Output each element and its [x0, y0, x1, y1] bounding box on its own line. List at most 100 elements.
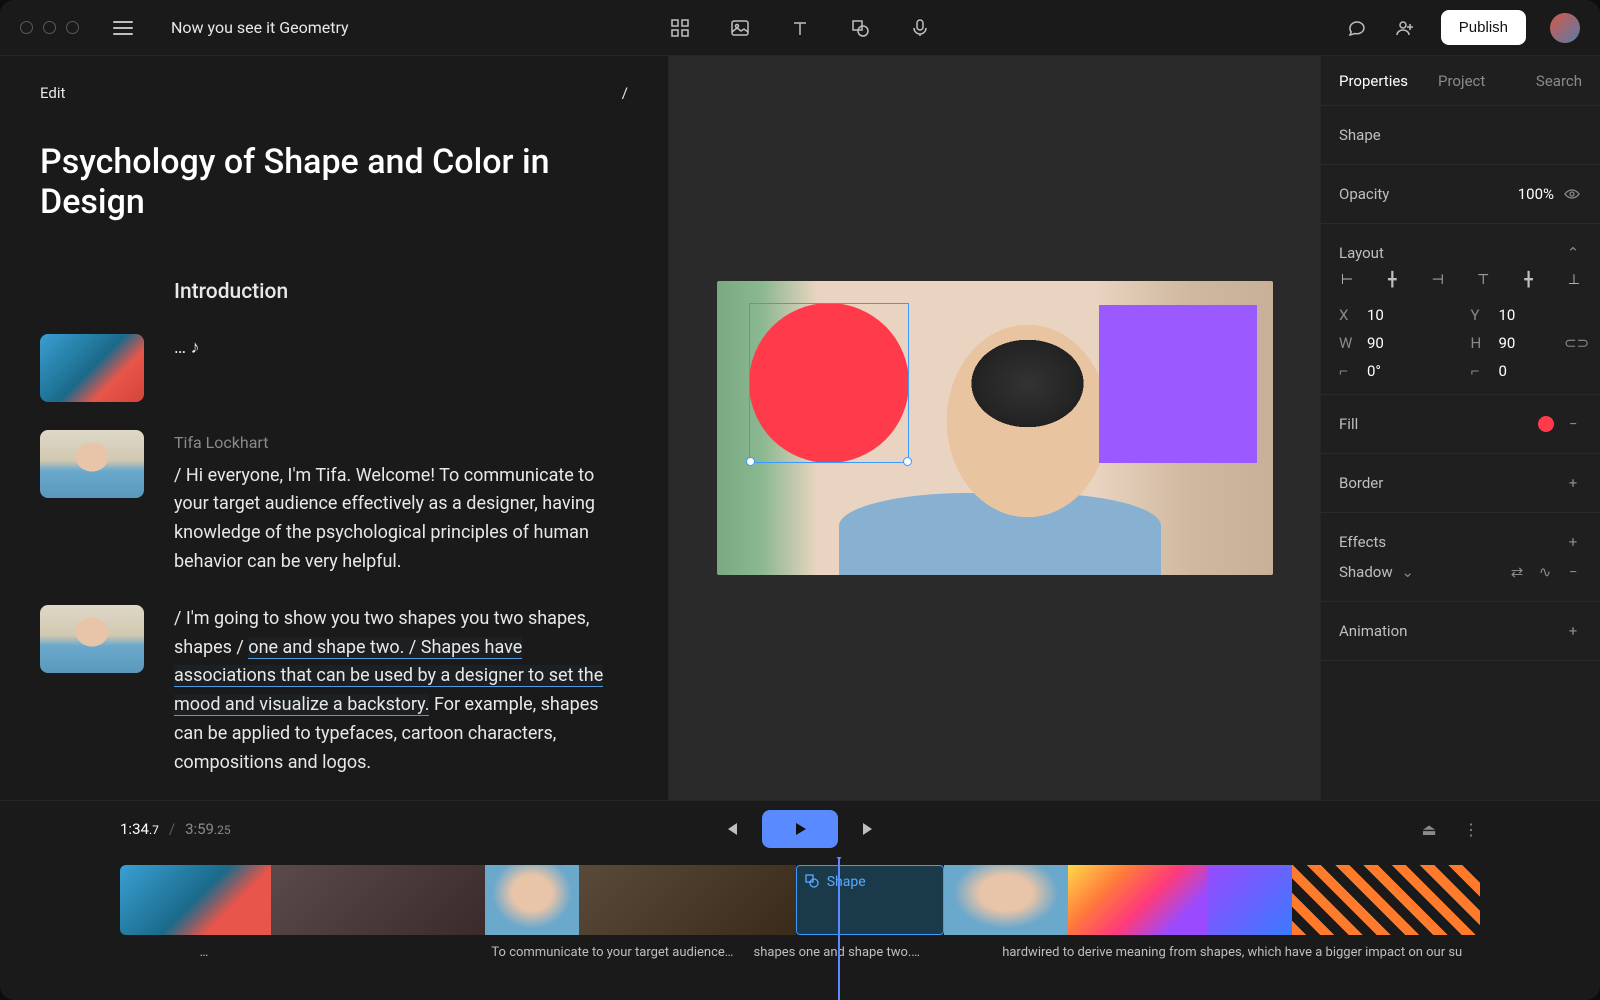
visibility-icon[interactable]	[1564, 186, 1582, 202]
caption-text: To communicate to your target audience…	[491, 945, 753, 960]
eject-icon[interactable]: ⏏	[1420, 820, 1438, 839]
x-label: X	[1339, 306, 1357, 324]
y-label: Y	[1471, 306, 1489, 324]
total-time: 3:59	[185, 820, 214, 838]
caption-text: hardwired to derive meaning from shapes,…	[1002, 945, 1480, 960]
section-heading: Introduction	[174, 280, 628, 304]
text-tool-icon[interactable]	[788, 16, 812, 40]
timeline-clip[interactable]	[579, 865, 795, 935]
y-value[interactable]: 10	[1499, 306, 1516, 324]
more-icon[interactable]: ⋮	[1462, 820, 1480, 839]
add-icon[interactable]: +	[1564, 474, 1582, 492]
tab-properties[interactable]: Properties	[1339, 72, 1408, 90]
invite-icon[interactable]	[1393, 16, 1417, 40]
opacity-value[interactable]: 100%	[1518, 185, 1554, 203]
timeline-clip[interactable]	[485, 865, 579, 935]
selection-box[interactable]	[749, 303, 909, 463]
fill-label: Fill	[1339, 415, 1358, 433]
mic-tool-icon[interactable]	[908, 16, 932, 40]
grid-tool-icon[interactable]	[668, 16, 692, 40]
edit-mode-label[interactable]: Edit	[40, 84, 65, 102]
effect-settings-icon[interactable]: ⇄	[1508, 563, 1526, 581]
skip-back-icon[interactable]	[722, 820, 740, 838]
shape-square[interactable]	[1099, 305, 1257, 463]
chevron-down-icon[interactable]: ⌄	[1399, 563, 1417, 581]
hamburger-icon[interactable]	[113, 21, 133, 35]
clip-thumbnail[interactable]	[40, 605, 144, 673]
close-dot[interactable]	[20, 21, 33, 34]
shape-clip-label: Shape	[827, 874, 866, 890]
fill-swatch[interactable]	[1538, 416, 1554, 432]
chevron-up-icon[interactable]: ⌃	[1564, 244, 1582, 262]
transcript-block[interactable]: / I'm going to show you two shapes you t…	[174, 605, 628, 778]
h-label: H	[1471, 334, 1489, 352]
image-tool-icon[interactable]	[728, 16, 752, 40]
tab-search[interactable]: Search	[1536, 72, 1582, 90]
radius-value[interactable]: 0	[1499, 362, 1507, 380]
timeline-clip[interactable]	[271, 865, 486, 935]
element-type: Shape	[1339, 126, 1381, 144]
document-title: Psychology of Shape and Color in Design	[40, 142, 628, 222]
max-dot[interactable]	[66, 21, 79, 34]
rotation-value[interactable]: 0°	[1367, 362, 1381, 380]
rotation-icon: ⌐	[1339, 362, 1357, 380]
x-value[interactable]: 10	[1367, 306, 1384, 324]
align-hcenter-icon[interactable]: ╋	[1384, 272, 1400, 288]
align-left-icon[interactable]: ⊢	[1339, 272, 1355, 288]
transcript-block[interactable]: Tifa Lockhart / Hi everyone, I'm Tifa. W…	[174, 430, 628, 577]
timecode: 1:34.7 / 3:59.25	[120, 820, 231, 838]
playhead[interactable]	[838, 857, 840, 1000]
user-avatar[interactable]	[1550, 13, 1580, 43]
properties-panel: Properties Project Search Shape Opacity …	[1320, 56, 1600, 800]
speaker-label: Tifa Lockhart	[174, 430, 628, 456]
project-title: Now you see it Geometry	[171, 18, 349, 37]
clip-thumbnail[interactable]	[40, 334, 144, 402]
min-dot[interactable]	[43, 21, 56, 34]
preview-canvas[interactable]	[668, 56, 1320, 800]
animation-label: Animation	[1339, 622, 1407, 640]
timeline-clip[interactable]	[1292, 865, 1480, 935]
w-value[interactable]: 90	[1367, 334, 1384, 352]
publish-button[interactable]: Publish	[1441, 10, 1526, 45]
opacity-label: Opacity	[1339, 185, 1389, 203]
visibility-off-icon[interactable]: ∿	[1536, 563, 1554, 581]
radius-icon: ⌐	[1471, 362, 1489, 380]
tab-project[interactable]: Project	[1438, 72, 1485, 90]
h-value[interactable]: 90	[1499, 334, 1516, 352]
clip-thumbnail[interactable]	[40, 430, 144, 498]
timeline-clip[interactable]	[120, 865, 271, 935]
remove-icon[interactable]: −	[1564, 415, 1582, 433]
add-icon[interactable]: +	[1564, 533, 1582, 551]
timeline-clip[interactable]	[944, 865, 1068, 935]
timeline: 1:34.7 / 3:59.25 ⏏ ⋮	[0, 800, 1600, 1000]
window-controls	[20, 21, 79, 34]
link-dimensions-icon[interactable]: ⊂⊃	[1564, 334, 1582, 352]
layout-label: Layout	[1339, 244, 1384, 262]
chat-icon[interactable]	[1345, 16, 1369, 40]
caption-text: shapes one and shape two.…	[754, 945, 1003, 960]
align-vcenter-icon[interactable]: ╋	[1521, 272, 1537, 288]
skip-forward-icon[interactable]	[860, 820, 878, 838]
current-time: 1:34	[120, 820, 149, 838]
add-icon[interactable]: +	[1564, 622, 1582, 640]
slash-hint: /	[622, 84, 628, 102]
shape-clip[interactable]: Shape	[796, 865, 944, 935]
align-top-icon[interactable]: ⊤	[1475, 272, 1491, 288]
border-label: Border	[1339, 474, 1383, 492]
music-note: … ♪	[174, 334, 628, 402]
shape-tool-icon[interactable]	[848, 16, 872, 40]
caption-text: …	[120, 945, 300, 960]
align-bottom-icon[interactable]: ⊥	[1566, 272, 1582, 288]
timeline-clip[interactable]	[1207, 865, 1292, 935]
remove-icon[interactable]: −	[1564, 563, 1582, 581]
align-right-icon[interactable]: ⊣	[1430, 272, 1446, 288]
timeline-clip[interactable]	[1068, 865, 1207, 935]
transcript-text: / Hi everyone, I'm Tifa. Welcome! To com…	[174, 465, 595, 572]
timeline-track[interactable]: Shape … To communicate to your target au…	[0, 857, 1600, 1000]
script-panel: Edit / Psychology of Shape and Color in …	[0, 56, 668, 800]
titlebar: Now you see it Geometry Publish	[0, 0, 1600, 56]
play-button[interactable]	[762, 810, 838, 848]
shadow-label[interactable]: Shadow	[1339, 563, 1393, 581]
w-label: W	[1339, 334, 1357, 352]
effects-label: Effects	[1339, 533, 1386, 551]
